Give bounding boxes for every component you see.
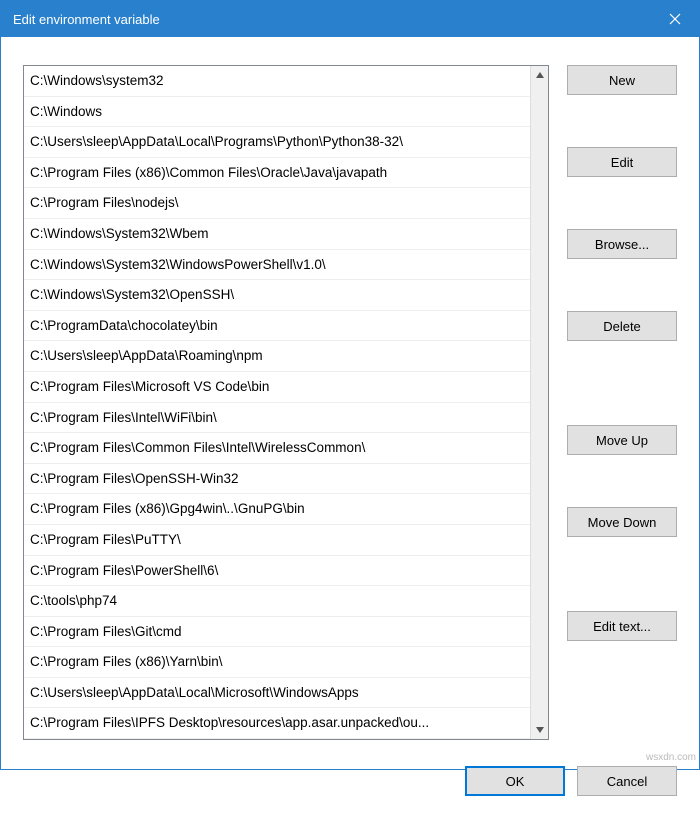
path-listbox[interactable]: C:\Windows\system32C:\WindowsC:\Users\sl…	[23, 65, 549, 740]
list-item[interactable]: C:\Program Files\PowerShell\6\	[24, 556, 530, 587]
chevron-down-icon	[536, 727, 544, 733]
list-item[interactable]: C:\Program Files\Common Files\Intel\Wire…	[24, 433, 530, 464]
dialog-window: Edit environment variable C:\Windows\sys…	[0, 0, 700, 770]
list-item[interactable]: C:\Program Files\nodejs\	[24, 188, 530, 219]
list-item[interactable]: C:\Program Files\Microsoft VS Code\bin	[24, 372, 530, 403]
scroll-up-arrow[interactable]	[531, 66, 548, 84]
move-down-button[interactable]: Move Down	[567, 507, 677, 537]
list-item[interactable]: C:\Program Files\PuTTY\	[24, 525, 530, 556]
scroll-down-arrow[interactable]	[531, 721, 548, 739]
list-item[interactable]: C:\Windows\System32\Wbem	[24, 219, 530, 250]
vertical-scrollbar[interactable]	[530, 66, 548, 739]
edit-button[interactable]: Edit	[567, 147, 677, 177]
chevron-up-icon	[536, 72, 544, 78]
list-item[interactable]: C:\Windows\System32\WindowsPowerShell\v1…	[24, 250, 530, 281]
window-title: Edit environment variable	[13, 12, 160, 27]
list-item[interactable]: C:\Program Files (x86)\Yarn\bin\	[24, 647, 530, 678]
list-item[interactable]: C:\Users\sleep\AppData\Local\Programs\Py…	[24, 127, 530, 158]
ok-button[interactable]: OK	[465, 766, 565, 796]
move-up-button[interactable]: Move Up	[567, 425, 677, 455]
browse-button[interactable]: Browse...	[567, 229, 677, 259]
dialog-footer: OK Cancel	[1, 750, 699, 818]
content-area: C:\Windows\system32C:\WindowsC:\Users\sl…	[1, 37, 699, 750]
close-button[interactable]	[651, 1, 699, 37]
list-item[interactable]: C:\Program Files (x86)\Gpg4win\..\GnuPG\…	[24, 494, 530, 525]
list-item[interactable]: C:\ProgramData\chocolatey\bin	[24, 311, 530, 342]
list-item[interactable]: C:\Users\sleep\AppData\Local\Microsoft\W…	[24, 678, 530, 709]
edit-text-button[interactable]: Edit text...	[567, 611, 677, 641]
list-item[interactable]: C:\Program Files\IPFS Desktop\resources\…	[24, 708, 530, 739]
list-item[interactable]: C:\Users\sleep\AppData\Roaming\npm	[24, 341, 530, 372]
new-button[interactable]: New	[567, 65, 677, 95]
button-sidebar: New Edit Browse... Delete Move Up Move D…	[567, 65, 677, 740]
path-list[interactable]: C:\Windows\system32C:\WindowsC:\Users\sl…	[24, 66, 530, 739]
cancel-button[interactable]: Cancel	[577, 766, 677, 796]
list-item[interactable]: C:\Program Files\OpenSSH-Win32	[24, 464, 530, 495]
titlebar: Edit environment variable	[1, 1, 699, 37]
close-icon	[669, 13, 681, 25]
watermark: wsxdn.com	[646, 752, 696, 763]
list-item[interactable]: C:\Windows\System32\OpenSSH\	[24, 280, 530, 311]
list-item[interactable]: C:\Program Files (x86)\Common Files\Orac…	[24, 158, 530, 189]
list-item[interactable]: C:\Program Files\Git\cmd	[24, 617, 530, 648]
list-item[interactable]: C:\Windows\system32	[24, 66, 530, 97]
list-item[interactable]: C:\Windows	[24, 97, 530, 128]
list-item[interactable]: C:\tools\php74	[24, 586, 530, 617]
list-item[interactable]: C:\Program Files\Intel\WiFi\bin\	[24, 403, 530, 434]
delete-button[interactable]: Delete	[567, 311, 677, 341]
